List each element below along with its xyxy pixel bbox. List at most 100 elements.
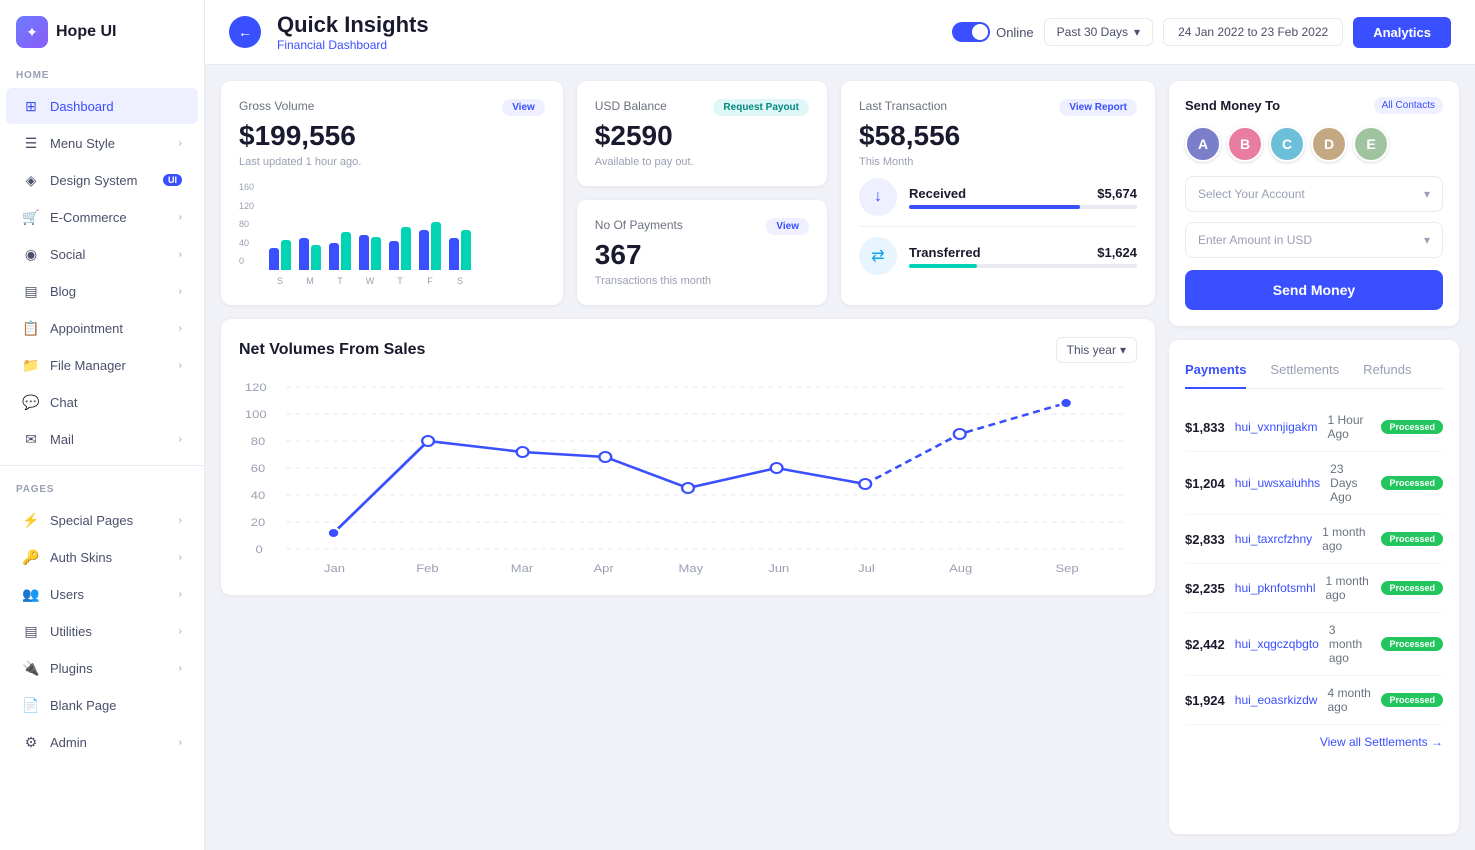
analytics-button[interactable]: Analytics — [1353, 17, 1451, 48]
sidebar-item-blog[interactable]: ▤ Blog › — [6, 273, 198, 309]
status-badge: Processed — [1381, 581, 1443, 595]
online-label: Online — [996, 25, 1034, 40]
payment-id[interactable]: hui_vxnnjigakm — [1235, 420, 1318, 434]
chevron-icon: › — [179, 249, 182, 260]
sidebar-item-special-pages[interactable]: ⚡ Special Pages › — [6, 502, 198, 538]
contact-avatar-4[interactable]: D — [1311, 126, 1347, 162]
card-header: Gross Volume View — [239, 99, 545, 116]
view-all-settlements-link[interactable]: View all Settlements → — [1320, 735, 1443, 749]
bar-group-7 — [449, 230, 471, 270]
svg-text:20: 20 — [251, 516, 266, 529]
send-money-panel: Send Money To All Contacts A B C D E Sel… — [1169, 81, 1459, 326]
chevron-icon: › — [179, 626, 182, 637]
received-progress-bar — [909, 205, 1080, 209]
txn-details: Received $5,674 — [909, 186, 1137, 209]
contact-avatar-2[interactable]: B — [1227, 126, 1263, 162]
sidebar-item-appointment[interactable]: 📋 Appointment › — [6, 310, 198, 346]
left-column: Gross Volume View $199,556 Last updated … — [221, 81, 1155, 834]
page-title: Quick Insights — [277, 12, 936, 38]
payment-time: 3 month ago — [1329, 623, 1372, 665]
sidebar-item-social[interactable]: ◉ Social › — [6, 236, 198, 272]
sidebar-item-users[interactable]: 👥 Users › — [6, 576, 198, 612]
mail-icon: ✉ — [22, 430, 40, 448]
tab-refunds[interactable]: Refunds — [1363, 356, 1411, 389]
received-amount: $5,674 — [1097, 186, 1137, 201]
sidebar-divider — [0, 465, 204, 466]
svg-text:Apr: Apr — [593, 562, 613, 575]
send-money-button[interactable]: Send Money — [1185, 270, 1443, 310]
amount-input-field[interactable]: Enter Amount in USD ▾ — [1185, 222, 1443, 258]
sidebar-item-label: Blog — [50, 284, 76, 299]
payment-amount: $1,833 — [1185, 420, 1225, 435]
gross-volume-meta: Last updated 1 hour ago. — [239, 156, 545, 168]
sidebar-item-label: Utilities — [50, 624, 92, 639]
payment-id[interactable]: hui_xqgczqbgto — [1235, 637, 1319, 651]
sidebar-item-menu-style[interactable]: ☰ Menu Style › — [6, 125, 198, 161]
y-axis-labels: 160 120 80 40 0 — [239, 182, 254, 266]
sidebar-item-mail[interactable]: ✉ Mail › — [6, 421, 198, 457]
sidebar-item-blank-page[interactable]: 📄 Blank Page — [6, 687, 198, 723]
select-account-field[interactable]: Select Your Account ▾ — [1185, 176, 1443, 212]
chevron-icon: › — [179, 286, 182, 297]
sidebar-item-design-system[interactable]: ◈ Design System UI — [6, 162, 198, 198]
contact-avatar-5[interactable]: E — [1353, 126, 1389, 162]
chart-title: Net Volumes From Sales — [239, 341, 425, 359]
bar-group-6 — [419, 222, 441, 270]
social-icon: ◉ — [22, 245, 40, 263]
svg-text:May: May — [679, 562, 704, 575]
page-header: ← Quick Insights Financial Dashboard Onl… — [205, 0, 1475, 65]
svg-text:Jan: Jan — [324, 562, 345, 575]
year-select-button[interactable]: This year ▾ — [1056, 337, 1137, 363]
date-range-button[interactable]: Past 30 Days ▾ — [1044, 18, 1153, 46]
chevron-icon: › — [179, 360, 182, 371]
blank-page-icon: 📄 — [22, 696, 40, 714]
logo[interactable]: ✦ Hope UI — [0, 0, 204, 60]
sidebar-item-auth-skins[interactable]: 🔑 Auth Skins › — [6, 539, 198, 575]
payment-id[interactable]: hui_taxrcfzhny — [1235, 532, 1312, 546]
svg-text:Sep: Sep — [1055, 562, 1078, 575]
view-gross-button[interactable]: View — [502, 99, 545, 116]
x-axis-labels: S M T W T F S — [239, 276, 545, 286]
sidebar-item-dashboard[interactable]: ⊞ Dashboard — [6, 88, 198, 124]
sidebar-item-label: Appointment — [50, 321, 123, 336]
sidebar-item-e-commerce[interactable]: 🛒 E-Commerce › — [6, 199, 198, 235]
utilities-icon: ▤ — [22, 622, 40, 640]
no-payments-label: No Of Payments — [595, 218, 683, 232]
bar-group-1 — [269, 240, 291, 270]
back-button[interactable]: ← — [229, 16, 261, 48]
header-title-block: Quick Insights Financial Dashboard — [277, 12, 936, 52]
toggle-switch[interactable] — [952, 22, 990, 42]
sidebar-item-label: E-Commerce — [50, 210, 127, 225]
sidebar-item-chat[interactable]: 💬 Chat — [6, 384, 198, 420]
received-transaction: ↓ Received $5,674 — [859, 168, 1137, 226]
sidebar-item-admin[interactable]: ⚙ Admin › — [6, 724, 198, 760]
request-payout-button[interactable]: Request Payout — [713, 99, 809, 116]
view-report-button[interactable]: View Report — [1059, 99, 1137, 116]
txn-details: Transferred $1,624 — [909, 245, 1137, 268]
view-payments-button[interactable]: View — [766, 218, 809, 235]
tab-payments[interactable]: Payments — [1185, 356, 1246, 389]
sidebar-item-utilities[interactable]: ▤ Utilities › — [6, 613, 198, 649]
contact-avatar-3[interactable]: C — [1269, 126, 1305, 162]
dropdown-arrow-icon: ▾ — [1424, 233, 1430, 247]
auth-skins-icon: 🔑 — [22, 548, 40, 566]
status-badge: Processed — [1381, 637, 1443, 651]
svg-text:Feb: Feb — [416, 562, 439, 575]
send-money-header: Send Money To All Contacts — [1185, 97, 1443, 114]
transferred-label: Transferred — [909, 245, 1097, 260]
sidebar-item-file-manager[interactable]: 📁 File Manager › — [6, 347, 198, 383]
payment-id[interactable]: hui_eoasrkizdw — [1235, 693, 1318, 707]
all-contacts-button[interactable]: All Contacts — [1374, 97, 1443, 114]
status-badge: Processed — [1381, 693, 1443, 707]
payment-id[interactable]: hui_uwsxaiuhhs — [1235, 476, 1320, 490]
sidebar-item-label: Social — [50, 247, 85, 262]
sidebar-item-label: Menu Style — [50, 136, 115, 151]
main-content: ← Quick Insights Financial Dashboard Onl… — [205, 0, 1475, 850]
payment-row: $1,833 hui_vxnnjigakm 1 Hour Ago Process… — [1185, 403, 1443, 452]
tab-settlements[interactable]: Settlements — [1270, 356, 1339, 389]
svg-text:100: 100 — [245, 408, 267, 421]
payment-id[interactable]: hui_pknfotsmhl — [1235, 581, 1316, 595]
sidebar-item-plugins[interactable]: 🔌 Plugins › — [6, 650, 198, 686]
online-toggle[interactable]: Online — [952, 22, 1034, 42]
contact-avatar-1[interactable]: A — [1185, 126, 1221, 162]
